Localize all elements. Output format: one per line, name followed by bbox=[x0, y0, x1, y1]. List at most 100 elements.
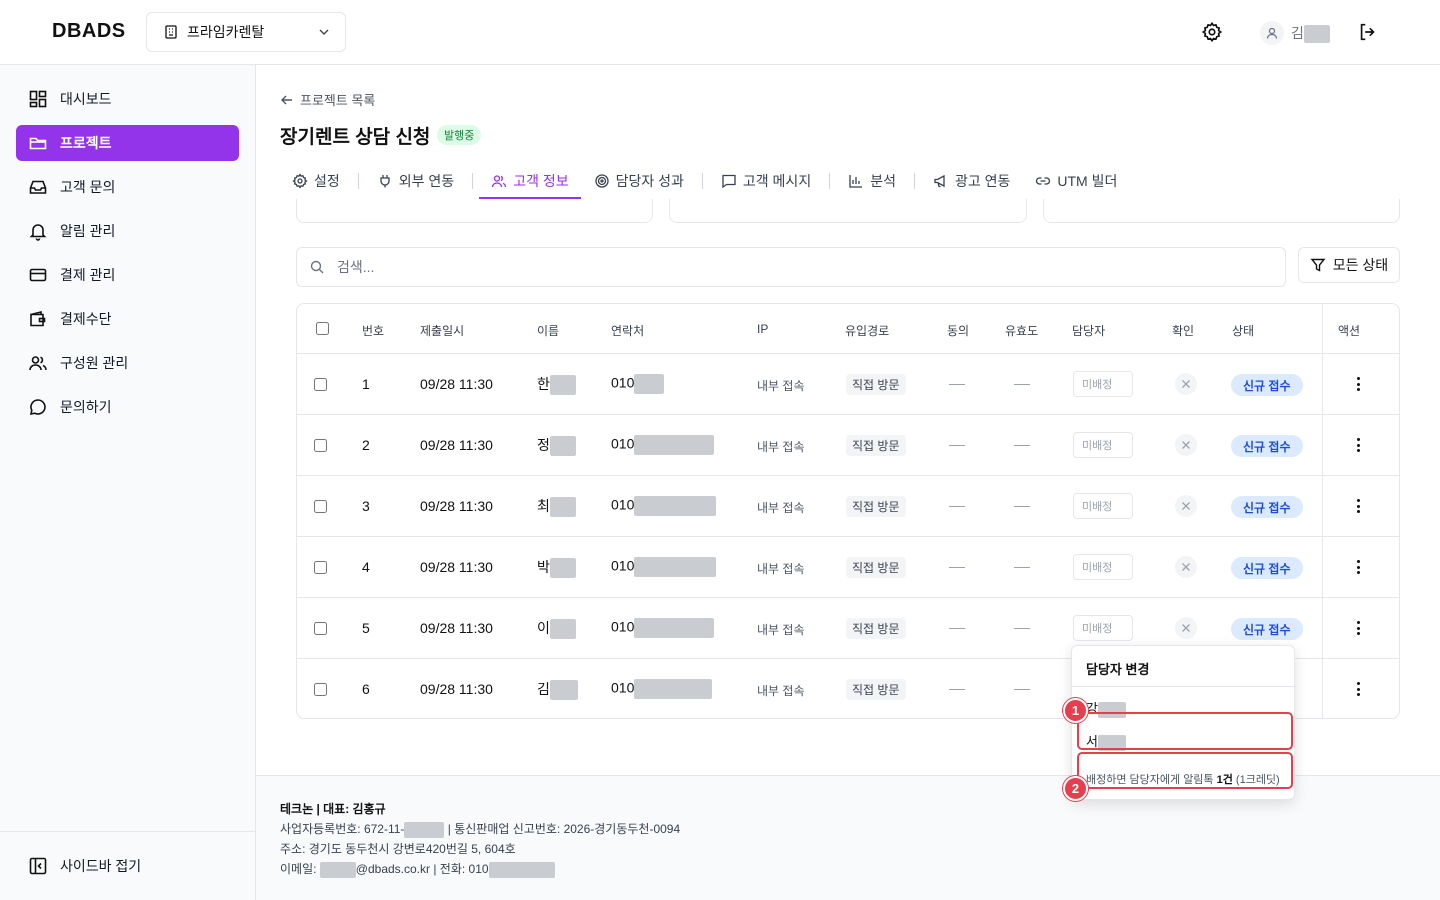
status-badge[interactable]: 신규 접수 bbox=[1231, 374, 1303, 396]
column-header-submitted[interactable]: 제출일시 bbox=[420, 322, 464, 339]
assignee-select[interactable]: 미배정 bbox=[1073, 493, 1133, 519]
tab-divider bbox=[829, 172, 831, 189]
sidebar-item-contact[interactable]: 문의하기 bbox=[16, 389, 239, 425]
assignee-select[interactable]: 미배정 bbox=[1073, 371, 1133, 397]
tab-ad-integration[interactable]: 광고 연동 bbox=[921, 162, 1022, 199]
row-consent-empty bbox=[949, 567, 965, 568]
chevron-down-icon bbox=[319, 29, 329, 35]
sidebar-item-billing[interactable]: 결제 관리 bbox=[16, 257, 239, 293]
column-header-phone[interactable]: 연락처 bbox=[611, 322, 644, 339]
tab-assignee-performance[interactable]: 담당자 성과 bbox=[582, 162, 696, 199]
highlight-box-2 bbox=[1077, 752, 1293, 789]
organization-select[interactable]: 프라임카렌탈 bbox=[146, 12, 346, 52]
confirm-toggle[interactable] bbox=[1175, 434, 1197, 456]
more-actions-icon[interactable] bbox=[1350, 620, 1366, 636]
more-actions-icon[interactable] bbox=[1350, 681, 1366, 697]
row-checkbox[interactable] bbox=[314, 500, 327, 513]
row-checkbox[interactable] bbox=[314, 683, 327, 696]
sidebar-item-projects[interactable]: 프로젝트 bbox=[16, 125, 239, 161]
column-header-number[interactable]: 번호 bbox=[362, 322, 384, 339]
row-submitted-date: 09/28 11:30 bbox=[420, 376, 493, 392]
status-badge: 발행중 bbox=[437, 125, 482, 145]
tab-analytics[interactable]: 분석 bbox=[836, 162, 908, 199]
folder-icon bbox=[29, 137, 47, 150]
status-badge[interactable]: 신규 접수 bbox=[1231, 435, 1303, 457]
user-name[interactable]: 김 bbox=[1291, 23, 1330, 44]
sidebar-item-members[interactable]: 구성원 관리 bbox=[16, 345, 239, 381]
sidebar-item-label: 결제수단 bbox=[60, 311, 112, 327]
tab-utm-builder[interactable]: UTM 빌더 bbox=[1023, 162, 1129, 199]
column-header-status[interactable]: 상태 bbox=[1232, 322, 1254, 339]
row-validity-empty bbox=[1014, 689, 1030, 690]
column-header-ip[interactable]: IP bbox=[757, 322, 768, 336]
status-badge[interactable]: 신규 접수 bbox=[1231, 557, 1303, 579]
sidebar-item-customer-inquiry[interactable]: 고객 문의 bbox=[16, 169, 239, 205]
sidebar-item-payment-methods[interactable]: 결제수단 bbox=[16, 301, 239, 337]
status-badge[interactable]: 신규 접수 bbox=[1231, 496, 1303, 518]
column-header-source[interactable]: 유입경로 bbox=[845, 322, 889, 339]
logout-icon[interactable] bbox=[1357, 21, 1379, 43]
settings-gear-icon[interactable] bbox=[1201, 21, 1223, 43]
confirm-toggle[interactable] bbox=[1175, 556, 1197, 578]
sidebar-item-dashboard[interactable]: 대시보드 bbox=[16, 81, 239, 117]
tab-customer-message[interactable]: 고객 메시지 bbox=[709, 162, 823, 199]
row-phone: 010 bbox=[611, 374, 665, 394]
dashboard-icon bbox=[29, 90, 47, 108]
table-row[interactable]: 4 09/28 11:30 박 010 내부 접속 직접 방문 미배정 신규 접수 bbox=[297, 537, 1399, 598]
more-actions-icon[interactable] bbox=[1350, 559, 1366, 575]
more-actions-icon[interactable] bbox=[1350, 498, 1366, 514]
sidebar-collapse-button[interactable]: 사이드바 접기 bbox=[0, 831, 255, 900]
redacted-text bbox=[634, 679, 713, 699]
tab-customer-info[interactable]: 고객 정보 bbox=[479, 162, 582, 199]
close-icon bbox=[1182, 563, 1190, 571]
status-filter-button[interactable]: 모든 상태 bbox=[1298, 247, 1400, 283]
row-name: 이 bbox=[537, 618, 576, 640]
assignee-select[interactable]: 미배정 bbox=[1073, 615, 1133, 641]
back-to-projects-link[interactable]: 프로젝트 목록 bbox=[280, 90, 375, 109]
table-row[interactable]: 2 09/28 11:30 정 010 내부 접속 직접 방문 미배정 신규 접수 bbox=[297, 415, 1399, 476]
column-header-assignee[interactable]: 담당자 bbox=[1072, 322, 1105, 339]
confirm-toggle[interactable] bbox=[1175, 617, 1197, 639]
row-number: 1 bbox=[362, 376, 370, 392]
user-avatar[interactable] bbox=[1260, 21, 1284, 45]
column-header-validity[interactable]: 유효도 bbox=[1005, 322, 1038, 339]
row-checkbox[interactable] bbox=[314, 378, 327, 391]
tab-external-integration[interactable]: 외부 연동 bbox=[365, 162, 466, 199]
status-badge[interactable]: 신규 접수 bbox=[1231, 618, 1303, 640]
select-all-checkbox[interactable] bbox=[316, 322, 329, 335]
more-actions-icon[interactable] bbox=[1350, 437, 1366, 453]
sidebar-item-label: 대시보드 bbox=[60, 91, 112, 107]
column-header-consent[interactable]: 동의 bbox=[947, 322, 969, 339]
confirm-toggle[interactable] bbox=[1175, 495, 1197, 517]
redacted-text bbox=[634, 374, 665, 394]
tab-label: UTM 빌더 bbox=[1057, 172, 1118, 189]
row-checkbox[interactable] bbox=[314, 561, 327, 574]
redacted-text bbox=[634, 435, 715, 455]
tab-divider bbox=[913, 172, 915, 189]
redacted-text bbox=[634, 496, 717, 516]
column-header-confirm[interactable]: 확인 bbox=[1172, 322, 1194, 339]
table-row[interactable]: 1 09/28 11:30 한 010 내부 접속 직접 방문 미배정 신규 접수 bbox=[297, 354, 1399, 415]
row-phone: 010 bbox=[611, 618, 715, 638]
filter-icon bbox=[1310, 258, 1326, 272]
close-icon bbox=[1182, 502, 1190, 510]
table-row[interactable]: 3 09/28 11:30 최 010 내부 접속 직접 방문 미배정 신규 접수 bbox=[297, 476, 1399, 537]
annotation-marker-2: 2 bbox=[1063, 776, 1088, 801]
more-actions-icon[interactable] bbox=[1350, 376, 1366, 392]
column-header-name[interactable]: 이름 bbox=[537, 322, 559, 339]
row-phone: 010 bbox=[611, 557, 717, 577]
assignee-select[interactable]: 미배정 bbox=[1073, 432, 1133, 458]
row-checkbox[interactable] bbox=[314, 622, 327, 635]
sidebar-item-label: 알림 관리 bbox=[60, 223, 116, 239]
footer-address: 주소: 경기도 동두천시 강변로420번길 5, 604호 bbox=[280, 842, 516, 856]
column-header-action: 액션 bbox=[1338, 324, 1361, 338]
app-logo[interactable]: DBADS bbox=[52, 20, 126, 43]
assignee-select[interactable]: 미배정 bbox=[1073, 554, 1133, 580]
filter-label: 모든 상태 bbox=[1332, 257, 1389, 273]
row-checkbox[interactable] bbox=[314, 439, 327, 452]
users-icon bbox=[29, 356, 47, 371]
sidebar-item-notifications[interactable]: 알림 관리 bbox=[16, 213, 239, 249]
tab-settings[interactable]: 설정 bbox=[280, 162, 352, 199]
search-input[interactable] bbox=[337, 259, 1285, 275]
confirm-toggle[interactable] bbox=[1175, 373, 1197, 395]
